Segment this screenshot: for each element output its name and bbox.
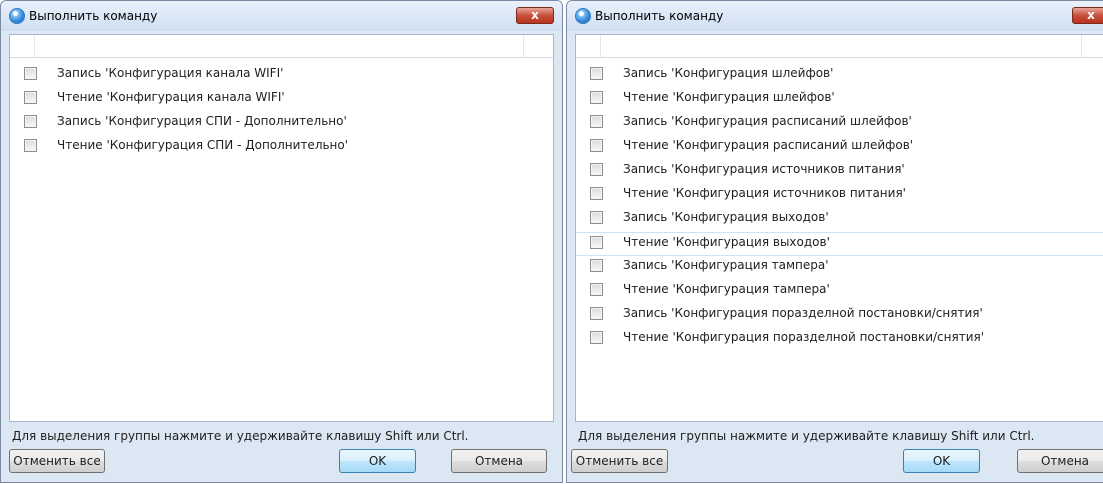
close-button[interactable]: x	[1072, 7, 1103, 24]
app-icon	[575, 8, 591, 24]
list-item[interactable]: Запись 'Конфигурация источников питания'	[576, 160, 1103, 184]
title-bar[interactable]: Выполнить команду x	[1, 1, 562, 31]
column-divider[interactable]	[523, 35, 524, 57]
checkbox[interactable]	[590, 307, 603, 320]
item-label: Чтение 'Конфигурация СПИ - Дополнительно…	[57, 138, 349, 152]
checkbox[interactable]	[590, 163, 603, 176]
command-dialog-right: Выполнить команду x Запись 'Конфигурация…	[566, 0, 1103, 483]
title-bar[interactable]: Выполнить команду x	[567, 1, 1103, 31]
close-button[interactable]: x	[516, 7, 554, 24]
column-divider[interactable]	[1081, 35, 1082, 57]
checkbox[interactable]	[590, 91, 603, 104]
list-header	[10, 35, 553, 58]
list-item[interactable]: Чтение 'Конфигурация расписаний шлейфов'	[576, 136, 1103, 160]
cancel-all-button[interactable]: Отменить все	[571, 449, 668, 473]
close-icon: x	[1087, 8, 1095, 22]
item-label: Запись 'Конфигурация тампера'	[623, 258, 829, 272]
item-label: Запись 'Конфигурация шлейфов'	[623, 66, 834, 80]
list-item[interactable]: Чтение 'Конфигурация поразделной постано…	[576, 328, 1103, 352]
dialog-title: Выполнить команду	[595, 9, 724, 23]
list-item[interactable]: Чтение 'Конфигурация тампера'	[576, 280, 1103, 304]
checkbox[interactable]	[590, 283, 603, 296]
ok-button[interactable]: OK	[339, 449, 416, 473]
list-header	[576, 35, 1103, 58]
command-dialog-left: Выполнить команду x Запись 'Конфигурация…	[0, 0, 563, 483]
item-label: Запись 'Конфигурация источников питания'	[623, 162, 905, 176]
checkbox[interactable]	[590, 67, 603, 80]
item-label: Запись 'Конфигурация расписаний шлейфов'	[623, 114, 912, 128]
selection-hint: Для выделения группы нажмите и удерживай…	[578, 429, 1035, 443]
command-list[interactable]: Запись 'Конфигурация шлейфов' Чтение 'Ко…	[575, 34, 1103, 422]
list-rows: Запись 'Конфигурация шлейфов' Чтение 'Ко…	[576, 64, 1103, 352]
list-item[interactable]: Запись 'Конфигурация расписаний шлейфов'	[576, 112, 1103, 136]
list-rows: Запись 'Конфигурация канала WIFI' Чтение…	[10, 64, 553, 160]
app-icon	[9, 8, 25, 24]
ok-button[interactable]: OK	[903, 449, 980, 473]
checkbox[interactable]	[590, 259, 603, 272]
item-label: Чтение 'Конфигурация поразделной постано…	[623, 330, 985, 344]
item-label: Чтение 'Конфигурация тампера'	[623, 282, 830, 296]
list-item[interactable]: Запись 'Конфигурация выходов'	[576, 208, 1103, 232]
list-item[interactable]: Запись 'Конфигурация шлейфов'	[576, 64, 1103, 88]
item-label: Запись 'Конфигурация канала WIFI'	[57, 66, 284, 80]
item-label: Чтение 'Конфигурация источников питания'	[623, 186, 906, 200]
item-label: Запись 'Конфигурация поразделной постано…	[623, 306, 983, 320]
checkbox[interactable]	[590, 211, 603, 224]
close-icon: x	[531, 8, 539, 22]
item-label: Чтение 'Конфигурация канала WIFI'	[57, 90, 285, 104]
item-label: Запись 'Конфигурация СПИ - Дополнительно…	[57, 114, 347, 128]
cancel-all-button[interactable]: Отменить все	[9, 449, 105, 473]
checkbox[interactable]	[24, 139, 37, 152]
list-item[interactable]: Запись 'Конфигурация поразделной постано…	[576, 304, 1103, 328]
list-item[interactable]: Чтение 'Конфигурация СПИ - Дополнительно…	[10, 136, 553, 160]
column-divider[interactable]	[600, 35, 601, 57]
dialog-title: Выполнить команду	[29, 9, 158, 23]
item-label: Чтение 'Конфигурация расписаний шлейфов'	[623, 138, 914, 152]
column-divider[interactable]	[34, 35, 35, 57]
checkbox[interactable]	[590, 115, 603, 128]
item-label: Запись 'Конфигурация выходов'	[623, 210, 829, 224]
command-list[interactable]: Запись 'Конфигурация канала WIFI' Чтение…	[9, 34, 554, 422]
item-label: Чтение 'Конфигурация шлейфов'	[623, 90, 835, 104]
item-label: Чтение 'Конфигурация выходов'	[623, 235, 830, 249]
checkbox[interactable]	[590, 236, 603, 249]
list-item[interactable]: Запись 'Конфигурация тампера'	[576, 256, 1103, 280]
cancel-button[interactable]: Отмена	[1017, 449, 1103, 473]
checkbox[interactable]	[590, 331, 603, 344]
selection-hint: Для выделения группы нажмите и удерживай…	[12, 429, 469, 443]
checkbox[interactable]	[590, 187, 603, 200]
checkbox[interactable]	[24, 91, 37, 104]
checkbox[interactable]	[590, 139, 603, 152]
list-item-focused[interactable]: Чтение 'Конфигурация выходов'	[576, 232, 1103, 256]
checkbox[interactable]	[24, 115, 37, 128]
checkbox[interactable]	[24, 67, 37, 80]
list-item[interactable]: Запись 'Конфигурация СПИ - Дополнительно…	[10, 112, 553, 136]
list-item[interactable]: Чтение 'Конфигурация канала WIFI'	[10, 88, 553, 112]
list-item[interactable]: Запись 'Конфигурация канала WIFI'	[10, 64, 553, 88]
cancel-button[interactable]: Отмена	[451, 449, 547, 473]
list-item[interactable]: Чтение 'Конфигурация шлейфов'	[576, 88, 1103, 112]
list-item[interactable]: Чтение 'Конфигурация источников питания'	[576, 184, 1103, 208]
